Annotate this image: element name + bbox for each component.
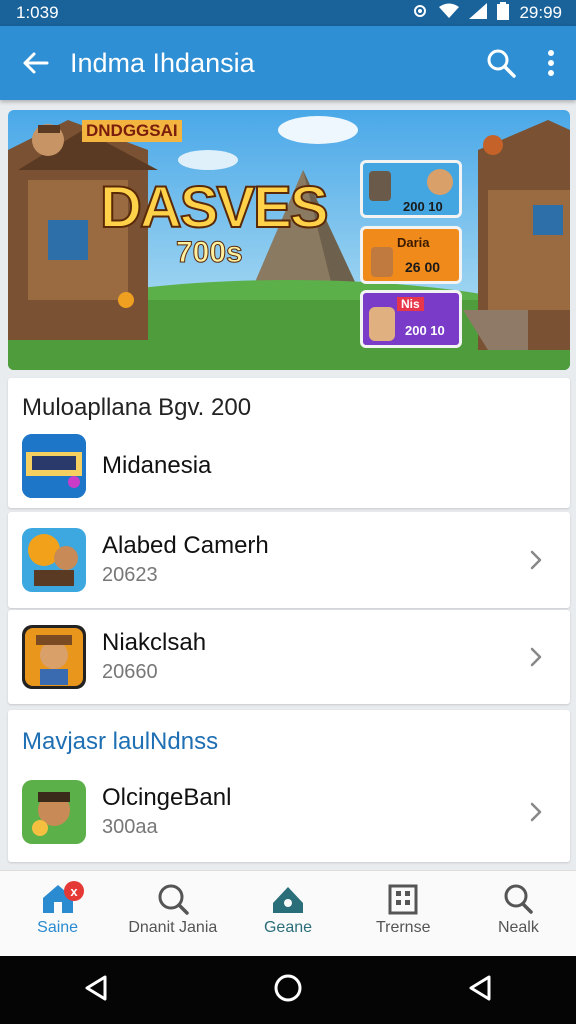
nav-item-trernse[interactable]: Trernse — [346, 871, 461, 956]
nav-label: Trernse — [375, 919, 431, 936]
bottom-navigation: x Saine Dnanit Jania Geane Trernse Nealk — [0, 870, 576, 956]
nav-item-dnanit-jania[interactable]: Dnanit Jania — [115, 871, 230, 956]
list-item[interactable]: Midanesia — [8, 418, 570, 514]
system-navigation-bar — [0, 956, 576, 1024]
recents-nav-button[interactable] — [465, 973, 495, 1008]
status-time: 1:039 — [16, 3, 59, 22]
banner-logo-text: DNDGGSAI — [82, 120, 182, 142]
list-item[interactable]: Alabed Camerh 20623 — [8, 512, 570, 608]
building-icon — [388, 884, 418, 915]
notification-badge: x — [64, 881, 84, 901]
banner-card-3-value: 200 10 — [405, 323, 445, 338]
list-item-name: Alabed Camerh — [102, 532, 269, 559]
section-card-2: Mavjasr laulNdnss OlcingeBanl 300aa — [8, 710, 570, 862]
signal-icon — [469, 2, 488, 24]
settings-icon — [411, 2, 429, 25]
character-icon — [371, 247, 393, 277]
app-thumbnail — [22, 434, 86, 498]
banner-game-subtitle: 700s — [176, 236, 244, 270]
wifi-icon — [439, 3, 460, 24]
status-clock-right: 29:99 — [519, 3, 562, 22]
back-button[interactable] — [0, 26, 70, 100]
status-icons: 29:99 — [411, 1, 562, 25]
arrow-left-icon — [23, 52, 49, 74]
nav-item-geane[interactable]: Geane — [230, 871, 345, 956]
triangle-back-icon — [469, 975, 491, 1000]
app-bar: Indma Ihdansia — [0, 26, 576, 100]
nav-item-saine[interactable]: x Saine — [0, 871, 115, 956]
banner-card-2-value: 26 00 — [405, 259, 441, 275]
banner-game-title: DASVES — [99, 174, 330, 241]
section-card-1: Muloapllana Bgv. 200 Midanesia Alabed Ca… — [8, 378, 570, 704]
list-item-name: Niakclsah — [102, 629, 207, 656]
list-item[interactable]: Niakclsah 20660 — [8, 609, 570, 705]
nav-label: Saine — [37, 919, 79, 936]
search-icon — [487, 49, 516, 78]
character-icon — [369, 171, 391, 201]
banner-card-2[interactable]: Daria 26 00 — [360, 226, 462, 284]
banner-card-3-label: Nis — [397, 297, 424, 311]
character-icon — [427, 169, 453, 195]
more-vertical-icon — [548, 50, 554, 76]
app-thumbnail — [22, 625, 86, 689]
chevron-right-icon — [516, 792, 556, 832]
banner-card-3[interactable]: Nis 200 10 — [360, 290, 462, 348]
search-button[interactable] — [476, 26, 526, 100]
home-icon — [273, 887, 303, 913]
search-icon — [504, 884, 534, 914]
nav-item-nealk[interactable]: Nealk — [461, 871, 576, 956]
battery-icon — [497, 1, 510, 25]
list-item-name: OlcingeBanl — [102, 784, 232, 811]
search-icon — [158, 884, 189, 915]
list-item-name: Midanesia — [102, 452, 212, 479]
banner-card-2-label: Daria — [397, 235, 430, 250]
list-item-sub: 300aa — [102, 816, 158, 838]
list-item-text: OlcingeBanl 300aa — [102, 783, 516, 841]
nav-label: Geane — [263, 919, 313, 936]
app-thumbnail — [22, 528, 86, 592]
list-item-text: Niakclsah 20660 — [102, 628, 516, 686]
list-item-sub: 20623 — [102, 564, 158, 586]
nav-label: Nealk — [497, 919, 539, 936]
list-item-text: Midanesia — [102, 451, 570, 481]
app-title: Indma Ihdansia — [70, 47, 255, 78]
promo-banner[interactable]: DNDGGSAI DASVES 700s 200 10 Daria 26 00 … — [8, 110, 570, 370]
chevron-right-icon — [516, 637, 556, 677]
list-item[interactable]: OlcingeBanl 300aa — [8, 764, 570, 860]
chevron-right-icon — [516, 540, 556, 580]
app-thumbnail — [22, 780, 86, 844]
list-item-text: Alabed Camerh 20623 — [102, 531, 516, 589]
circle-home-icon — [274, 974, 302, 1001]
status-bar: 1:039 29:99 — [0, 0, 576, 26]
back-nav-button[interactable] — [81, 973, 111, 1008]
triangle-back-icon — [85, 975, 107, 1000]
banner-card-1-value: 200 10 — [403, 199, 443, 214]
home-nav-button[interactable] — [273, 973, 303, 1008]
nav-label: Dnanit Jania — [128, 919, 218, 936]
section-2-header: Mavjasr laulNdnss — [22, 728, 219, 755]
list-item-sub: 20660 — [102, 661, 158, 683]
more-options-button[interactable] — [526, 26, 576, 100]
character-icon — [369, 307, 395, 341]
banner-card-1[interactable]: 200 10 — [360, 160, 462, 218]
